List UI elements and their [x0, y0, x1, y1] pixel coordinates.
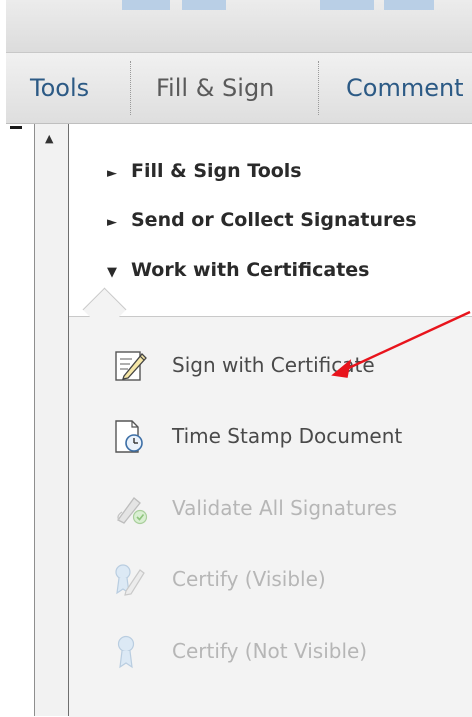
expand-arrow-icon: ► — [107, 166, 117, 181]
titlebar-segment — [320, 0, 374, 10]
tool-time-stamp-document[interactable]: Time Stamp Document — [110, 418, 402, 454]
tool-sign-with-certificate[interactable]: Sign with Certificate — [110, 347, 375, 383]
tool-label: Sign with Certificate — [172, 353, 375, 377]
section-work-with-certificates[interactable]: ▼ Work with Certificates — [107, 259, 369, 281]
tool-validate-all-signatures[interactable]: Validate All Signatures — [110, 490, 397, 526]
certify-ribbon-icon — [110, 633, 150, 669]
section-label: Send or Collect Signatures — [131, 209, 417, 231]
panel-scrollbar[interactable]: ▲ — [35, 124, 69, 716]
tool-label: Certify (Visible) — [172, 567, 326, 591]
titlebar-segment — [122, 0, 170, 10]
titlebar-segment — [182, 0, 226, 10]
validate-signature-icon — [110, 490, 150, 526]
tool-label: Certify (Not Visible) — [172, 639, 368, 663]
tab-fill-sign[interactable]: Fill & Sign — [156, 53, 274, 123]
certify-visible-icon — [110, 561, 150, 597]
tab-bar: Tools Fill & Sign Comment — [6, 53, 472, 124]
section-send-collect-signatures[interactable]: ► Send or Collect Signatures — [107, 209, 417, 231]
collapse-arrow-icon: ▼ — [107, 265, 117, 280]
document-left-gutter — [6, 124, 35, 716]
titlebar-segment — [384, 0, 434, 10]
section-fill-sign-tools[interactable]: ► Fill & Sign Tools — [107, 160, 302, 182]
tab-separator — [318, 61, 319, 115]
tool-label: Validate All Signatures — [172, 496, 398, 520]
section-label: Work with Certificates — [131, 259, 370, 281]
collapse-dash-icon[interactable] — [10, 126, 22, 129]
tab-separator — [130, 61, 131, 115]
tab-tools[interactable]: Tools — [30, 53, 89, 123]
window-titlebar — [6, 0, 472, 53]
tab-comment[interactable]: Comment — [346, 53, 464, 123]
tool-certify-not-visible[interactable]: Certify (Not Visible) — [110, 633, 367, 669]
scroll-up-arrow-icon[interactable]: ▲ — [45, 132, 53, 145]
expand-arrow-icon: ► — [107, 215, 117, 230]
clock-document-icon — [110, 418, 150, 454]
sign-pen-icon — [110, 347, 150, 383]
tool-label: Time Stamp Document — [172, 424, 403, 448]
section-label: Fill & Sign Tools — [131, 160, 302, 182]
tool-certify-visible[interactable]: Certify (Visible) — [110, 561, 326, 597]
